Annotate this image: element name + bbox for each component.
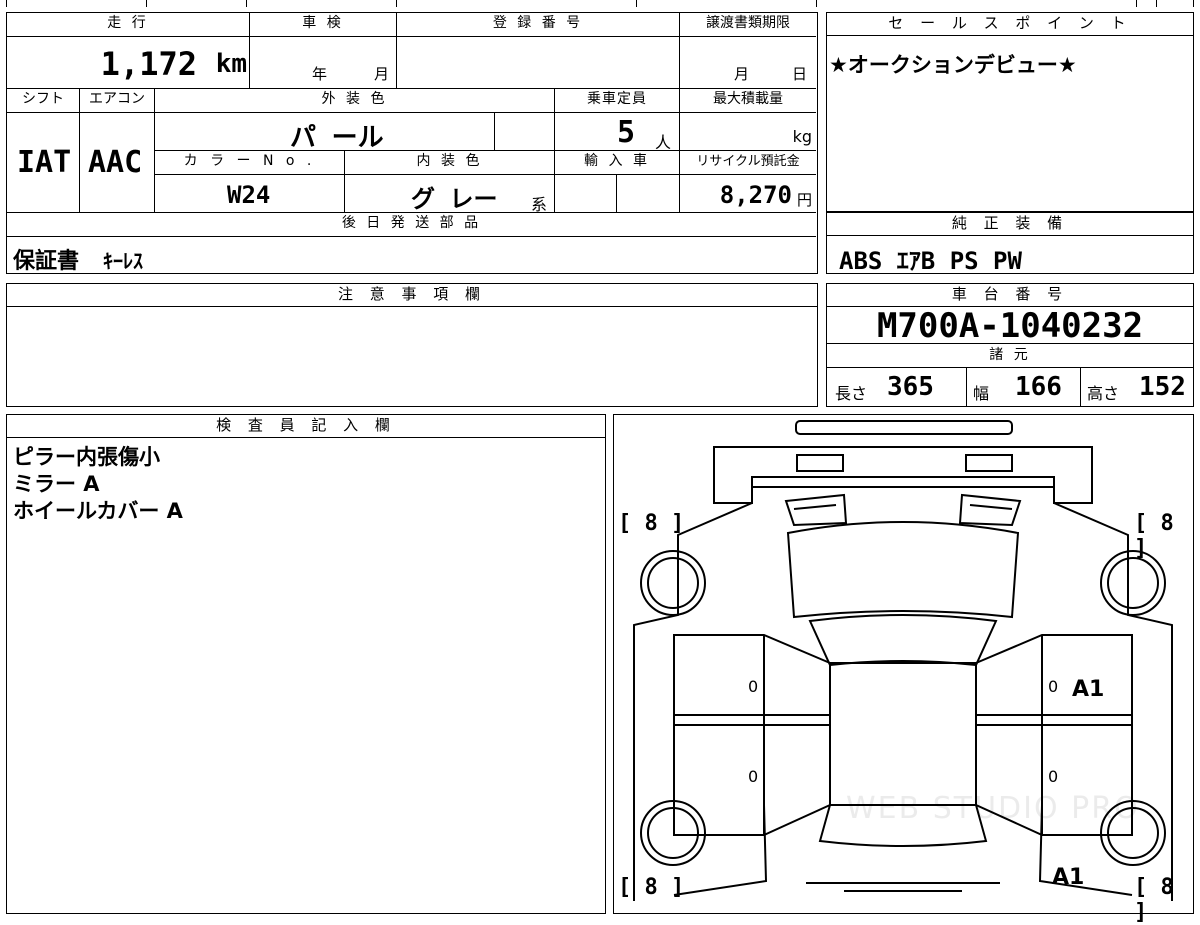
vehicle-spec-table: 走 行 車 検 登 録 番 号 譲渡書類期限 1,172 km 年 月 月 日 … (6, 12, 818, 274)
tire-tread-front-left: [ 8 ] (618, 511, 685, 536)
recycle-unit: 円 (796, 191, 812, 209)
interior-color-label: 内 装 色 (345, 151, 555, 175)
inspector-line-3: ホイールカバー A (13, 499, 183, 523)
aircon-label: エアコン (80, 89, 155, 113)
shaken-label: 車 検 (250, 13, 397, 37)
aircon-cell: AAC (80, 113, 155, 213)
notes-label: 注 意 事 項 欄 (7, 284, 817, 307)
oem-equipment-label: 純 正 装 備 (827, 213, 1193, 236)
later-parts-cell: 保証書 ｷｰﾚｽ (7, 237, 816, 274)
spec-width-value: 166 (1015, 372, 1062, 402)
max-load-unit: kg (792, 127, 812, 146)
sales-point-box: セ ー ル ス ポ イ ン ト ★オークションデビュー★ (826, 12, 1194, 212)
car-diagram (633, 420, 1173, 901)
exterior-color-cell: パ ール (155, 113, 495, 153)
later-parts-label: 後 日 発 送 部 品 (7, 213, 816, 237)
shaken-month: 月 (374, 65, 390, 83)
registration-value (397, 37, 680, 89)
transfer-deadline-label: 譲渡書類期限 (680, 13, 816, 37)
color-number-label: カ ラ ー N o . (155, 151, 345, 175)
interior-color-value: グ レー (411, 185, 498, 213)
specs-label: 諸 元 (827, 344, 1193, 368)
zero-marker-1: 0 (748, 677, 759, 696)
oem-equipment-box: 純 正 装 備 ABS ｴｱB PS PW (826, 212, 1194, 275)
spec-height: 高さ 152 (1081, 368, 1193, 406)
spec-length: 長さ 365 (827, 368, 967, 406)
chassis-number-label: 車 台 番 号 (827, 284, 1193, 307)
capacity-cell: 5 人 (555, 113, 680, 152)
spec-height-label: 高さ (1087, 384, 1120, 403)
aircon-value: AAC (88, 145, 143, 180)
spec-length-label: 長さ (835, 384, 868, 403)
exterior-color-label: 外 装 色 (155, 89, 555, 113)
spec-width-label: 幅 (973, 384, 990, 403)
mileage-unit: km (215, 49, 247, 79)
sales-point-value: ★オークションデビュー★ (829, 53, 1077, 77)
registration-label: 登 録 番 号 (397, 13, 680, 37)
interior-color-suffix: 系 (531, 195, 548, 214)
mileage-value: 1,172 (100, 45, 197, 83)
transfer-month: 月 (734, 65, 750, 83)
transfer-cell: 月 日 (680, 37, 816, 89)
color-number-cell: W24 (155, 175, 345, 213)
import-cell-2 (617, 175, 680, 213)
zero-marker-2: 0 (748, 767, 759, 786)
spec-width: 幅 166 (967, 368, 1081, 406)
shaken-year: 年 (312, 65, 328, 83)
shaken-cell: 年 月 (250, 37, 397, 89)
import-label: 輸 入 車 (555, 151, 680, 175)
capacity-unit: 人 (655, 133, 672, 152)
top-edge-strip (6, 0, 1194, 7)
tire-tread-front-right: [ 8 ] (1134, 511, 1174, 561)
shift-cell: IAT (7, 113, 80, 213)
max-load-cell: kg (680, 113, 816, 151)
shift-value: IAT (17, 145, 72, 180)
capacity-label: 乗車定員 (555, 89, 680, 113)
inspector-line-1: ピラー内張傷小 (13, 445, 160, 469)
zero-marker-3: 0 (1048, 677, 1059, 696)
exterior-color-value: パ ール (290, 123, 384, 153)
car-diagram-box: [ 8 ] [ 8 ] [ 8 ] [ 8 ] 0 0 0 0 A1 A1 WE… (613, 414, 1194, 925)
inspector-label: 検 査 員 記 入 欄 (7, 415, 605, 438)
mileage-cell: 1,172 km (7, 37, 250, 89)
shift-label: シフト (7, 89, 80, 113)
tire-tread-rear-right: [ 8 ] (1134, 875, 1174, 925)
watermark: WEB STUDIO PRO (846, 791, 1140, 826)
sales-point-label: セ ー ル ス ポ イ ン ト (827, 13, 1193, 36)
recycle-value: 8,270 (719, 181, 792, 209)
chassis-number-value: M700A-1040232 (827, 306, 1193, 346)
mileage-label: 走 行 (7, 13, 250, 37)
transfer-day: 日 (792, 65, 808, 83)
inspector-line-2: ミラー A (13, 472, 100, 496)
exterior-color-extra (495, 113, 555, 151)
damage-mark-rear-right: A1 (1052, 865, 1085, 890)
chassis-box: 車 台 番 号 M700A-1040232 諸 元 長さ 365 幅 166 高… (826, 283, 1194, 407)
tire-tread-rear-left: [ 8 ] (618, 875, 685, 900)
inspector-box: 検 査 員 記 入 欄 ピラー内張傷小 ミラー A ホイールカバー A (6, 414, 606, 914)
later-parts-value-warranty: 保証書 (13, 249, 80, 274)
interior-color-cell: グ レー 系 (345, 175, 555, 214)
later-parts-value-keyless: ｷｰﾚｽ (103, 249, 143, 273)
notes-box: 注 意 事 項 欄 (6, 283, 818, 407)
spec-length-value: 365 (887, 372, 934, 402)
color-number-value: W24 (227, 181, 271, 209)
recycle-cell: 8,270 円 (680, 175, 816, 213)
oem-equipment-value: ABS ｴｱB PS PW (839, 247, 1022, 275)
max-load-label: 最大積載量 (680, 89, 816, 113)
capacity-value: 5 (617, 115, 636, 150)
spec-height-value: 152 (1139, 372, 1186, 402)
zero-marker-4: 0 (1048, 767, 1059, 786)
damage-mark-front-right: A1 (1072, 677, 1105, 702)
import-cell-1 (555, 175, 617, 213)
recycle-label: リサイクル預託金 (680, 151, 816, 175)
